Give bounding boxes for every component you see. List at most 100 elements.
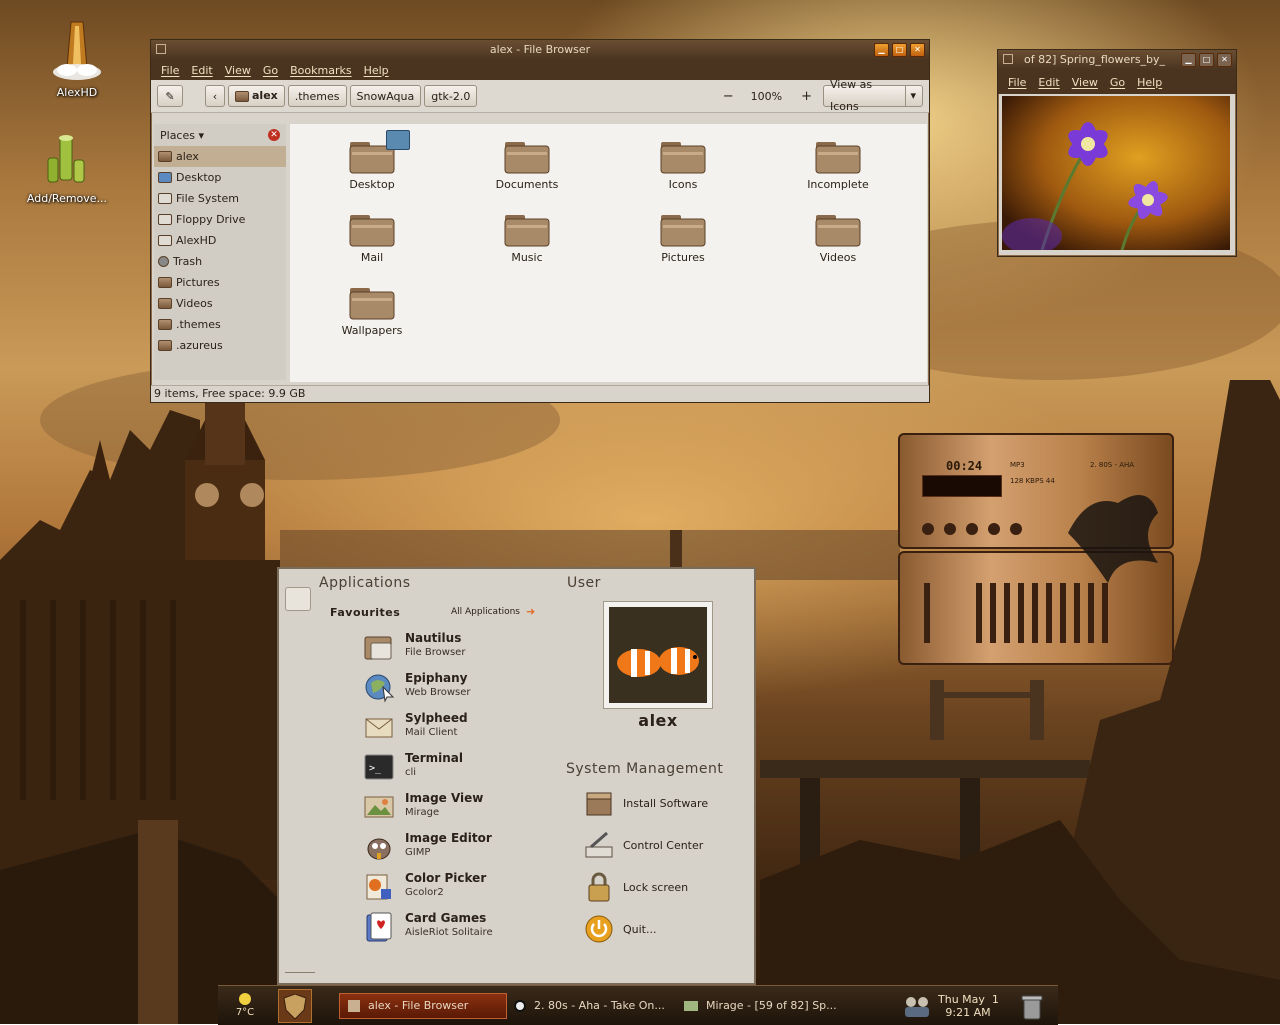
eq-preamp-slider[interactable]: [924, 583, 930, 643]
app-item-terminal[interactable]: >_ Terminal cli: [363, 751, 463, 783]
edit-location-button[interactable]: ✎: [157, 85, 183, 107]
folder-item-videos[interactable]: Videos: [778, 211, 898, 264]
menu-edit[interactable]: Edit: [1038, 76, 1059, 89]
app-desc: GIMP: [405, 847, 431, 858]
folder-item-pictures[interactable]: Pictures: [623, 211, 743, 264]
all-applications-button[interactable]: All Applications ➜: [451, 605, 535, 618]
taskbar-item-audio-player[interactable]: 2. 80s - Aha - Take On...: [514, 993, 674, 1019]
path-button-snowaqua[interactable]: SnowAqua: [349, 85, 422, 107]
close-button[interactable]: ✕: [910, 43, 925, 57]
eq-slider[interactable]: [1032, 583, 1038, 643]
stop-icon[interactable]: [988, 523, 1000, 535]
path-back-button[interactable]: ‹: [205, 85, 225, 107]
desktop-icon-add-remove[interactable]: Add/Remove...: [17, 130, 117, 205]
folder-item-desktop[interactable]: Desktop: [312, 130, 432, 191]
menu-file[interactable]: File: [1008, 76, 1026, 89]
taskbar-item-file-browser[interactable]: alex - File Browser: [339, 993, 507, 1019]
pause-icon[interactable]: [966, 523, 978, 535]
eq-slider[interactable]: [990, 583, 996, 643]
menu-edit[interactable]: Edit: [191, 64, 212, 77]
menu-view[interactable]: View: [1072, 76, 1098, 89]
menu-go[interactable]: Go: [263, 64, 278, 77]
minimize-button[interactable]: ▁: [874, 43, 889, 57]
window-titlebar[interactable]: of 82] Spring_flowers_by_ ▁ □ ✕: [998, 50, 1236, 70]
window-menu-icon[interactable]: [1003, 54, 1013, 64]
app-item-card-games[interactable]: Card Games AisleRiot Solitaire: [363, 911, 493, 943]
install-software-item[interactable]: Install Software: [583, 787, 708, 819]
menu-go[interactable]: Go: [1110, 76, 1125, 89]
app-item-image-editor[interactable]: Image Editor GIMP: [363, 831, 492, 863]
folder-icon: [158, 277, 172, 288]
shield-icon: [283, 993, 307, 1020]
menu-resize-handle[interactable]: [285, 972, 315, 973]
maximize-button[interactable]: □: [1199, 53, 1214, 67]
next-icon[interactable]: [1010, 523, 1022, 535]
menu-file[interactable]: File: [161, 64, 179, 77]
spectrum-display: [922, 475, 1002, 497]
zoom-level[interactable]: 100%: [743, 90, 790, 103]
lock-screen-item[interactable]: Lock screen: [583, 871, 688, 903]
window-title: alex - File Browser: [489, 43, 591, 56]
view-mode-select[interactable]: View as Icons ▾: [823, 78, 923, 113]
menu-help[interactable]: Help: [1137, 76, 1162, 89]
sidebar-item-filesystem[interactable]: File System: [154, 188, 286, 209]
sidebar-item-alexhd[interactable]: AlexHD: [154, 230, 286, 251]
app-item-sylpheed[interactable]: Sylpheed Mail Client: [363, 711, 468, 743]
play-icon[interactable]: [944, 523, 956, 535]
zoom-out-button[interactable]: −: [717, 89, 740, 104]
user-name: alex: [638, 711, 678, 730]
minimize-button[interactable]: ▁: [1181, 53, 1196, 67]
window-titlebar[interactable]: alex - File Browser ▁ □ ✕: [151, 40, 929, 60]
prev-icon[interactable]: [922, 523, 934, 535]
desktop-icon-alexhd[interactable]: AlexHD: [27, 18, 127, 99]
eq-slider[interactable]: [1018, 583, 1024, 643]
sidebar-item-alex[interactable]: alex: [154, 146, 286, 167]
menu-side-folder-icon[interactable]: [285, 587, 311, 611]
folder-item-wallpapers[interactable]: Wallpapers: [312, 284, 432, 337]
eq-slider[interactable]: [1004, 583, 1010, 643]
sidebar-item-themes[interactable]: .themes: [154, 314, 286, 335]
window-menu-icon[interactable]: [156, 44, 166, 54]
control-center-item[interactable]: Control Center: [583, 829, 703, 861]
path-button-gtk[interactable]: gtk-2.0: [424, 85, 478, 107]
app-item-color-picker[interactable]: Color Picker Gcolor2: [363, 871, 486, 903]
sidebar-item-videos[interactable]: Videos: [154, 293, 286, 314]
eq-slider[interactable]: [976, 583, 982, 643]
taskbar-item-mirage[interactable]: Mirage - [59 of 82] Sp...: [684, 993, 854, 1019]
sidebar-item-pictures[interactable]: Pictures: [154, 272, 286, 293]
places-dropdown[interactable]: Places ▾: [160, 129, 204, 142]
file-browser-task-icon: [348, 1000, 360, 1012]
menu-bookmarks[interactable]: Bookmarks: [290, 64, 351, 77]
quit-item[interactable]: Quit...: [583, 913, 657, 945]
bamboo-install-icon: [47, 135, 85, 183]
user-avatar[interactable]: [603, 601, 713, 709]
weather-applet[interactable]: 7°C: [228, 990, 262, 1018]
app-item-epiphany[interactable]: Epiphany Web Browser: [363, 671, 471, 703]
sidebar-item-label: File System: [176, 192, 239, 205]
path-button-alex[interactable]: alex: [228, 85, 285, 107]
folder-item-music[interactable]: Music: [467, 211, 587, 264]
folder-item-incomplete[interactable]: Incomplete: [778, 138, 898, 191]
zoom-in-button[interactable]: +: [793, 89, 820, 104]
folder-item-mail[interactable]: Mail: [312, 211, 432, 264]
menu-help[interactable]: Help: [364, 64, 389, 77]
image-viewer-task-icon: [684, 1001, 698, 1011]
close-sidebar-icon[interactable]: ✕: [268, 129, 280, 141]
user-switcher-icon[interactable]: [902, 994, 932, 1018]
path-button-themes[interactable]: .themes: [287, 85, 347, 107]
main-menu-button[interactable]: [278, 989, 312, 1023]
app-item-nautilus[interactable]: Nautilus File Browser: [363, 631, 465, 663]
sidebar-item-desktop[interactable]: Desktop: [154, 167, 286, 188]
folder-item-documents[interactable]: Documents: [467, 138, 587, 191]
app-item-image-view[interactable]: Image View Mirage: [363, 791, 483, 823]
clock-applet[interactable]: Thu May 1 9:21 AM: [938, 993, 999, 1019]
close-button[interactable]: ✕: [1217, 53, 1232, 67]
folder-item-icons[interactable]: Icons: [623, 138, 743, 191]
desktop-emblem-icon: [386, 130, 410, 150]
sidebar-item-floppy[interactable]: Floppy Drive: [154, 209, 286, 230]
sidebar-item-trash[interactable]: Trash: [154, 251, 286, 272]
menu-view[interactable]: View: [225, 64, 251, 77]
sidebar-item-azureus[interactable]: .azureus: [154, 335, 286, 356]
maximize-button[interactable]: □: [892, 43, 907, 57]
trash-applet[interactable]: [1020, 993, 1044, 1021]
